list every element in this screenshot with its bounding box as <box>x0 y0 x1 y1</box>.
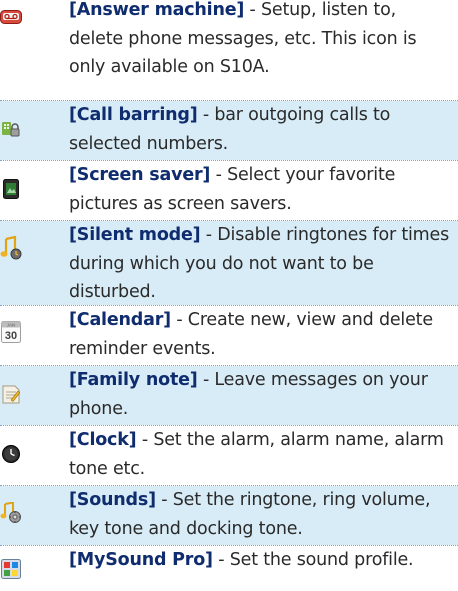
item-text: [Screen saver] - Select your favorite pi… <box>69 161 452 218</box>
family-note-icon <box>0 383 22 405</box>
silent-mode-icon <box>0 236 22 260</box>
item-key: [Family note] <box>69 370 198 390</box>
list-item-sounds: [Sounds] - Set the ringtone, ring volume… <box>0 486 458 545</box>
list-item-answer-machine: [Answer machine] - Setup, listen to, del… <box>0 0 458 100</box>
item-key: [Answer machine] <box>69 0 245 20</box>
item-text: [MySound Pro] - Set the sound profile. <box>69 546 452 575</box>
item-key: [MySound Pro] <box>69 550 213 570</box>
call-barring-icon <box>0 118 22 140</box>
item-key: [Screen saver] <box>69 165 211 185</box>
item-key: [Silent mode] <box>69 225 201 245</box>
mysound-pro-icon <box>0 558 22 580</box>
list-item-clock: [Clock] - Set the alarm, alarm name, ala… <box>0 426 458 485</box>
item-text: [Answer machine] - Setup, listen to, del… <box>69 0 452 82</box>
item-text: [Silent mode] - Disable ringtones for ti… <box>69 221 452 307</box>
list-item-calendar: JAN 30 [Calendar] - Create new, view and… <box>0 306 458 365</box>
item-text: [Sounds] - Set the ringtone, ring volume… <box>69 486 452 543</box>
item-key: [Call barring] <box>69 105 198 125</box>
clock-icon <box>0 443 22 465</box>
list-item-mysound-pro: [MySound Pro] - Set the sound profile. <box>0 546 458 591</box>
list-item-silent-mode: [Silent mode] - Disable ringtones for ti… <box>0 221 458 305</box>
item-key: [Sounds] <box>69 490 156 510</box>
calendar-icon: JAN 30 <box>0 321 22 343</box>
calendar-icon-month: JAN <box>7 323 16 328</box>
answer-machine-icon <box>0 6 22 28</box>
item-desc: - Set the sound profile. <box>212 550 414 570</box>
calendar-icon-day: 30 <box>5 330 17 342</box>
item-text: [Family note] - Leave messages on your p… <box>69 366 452 423</box>
item-text: [Calendar] - Create new, view and delete… <box>69 306 452 363</box>
screen-saver-icon <box>0 178 22 200</box>
list-item-call-barring: [Call barring] - bar outgoing calls to s… <box>0 101 458 160</box>
item-text: [Clock] - Set the alarm, alarm name, ala… <box>69 426 452 483</box>
item-key: [Calendar] <box>69 310 171 330</box>
item-text: [Call barring] - bar outgoing calls to s… <box>69 101 452 158</box>
list-item-family-note: [Family note] - Leave messages on your p… <box>0 366 458 425</box>
sounds-icon <box>0 502 22 524</box>
item-key: [Clock] <box>69 430 137 450</box>
list-item-screen-saver: [Screen saver] - Select your favorite pi… <box>0 161 458 220</box>
